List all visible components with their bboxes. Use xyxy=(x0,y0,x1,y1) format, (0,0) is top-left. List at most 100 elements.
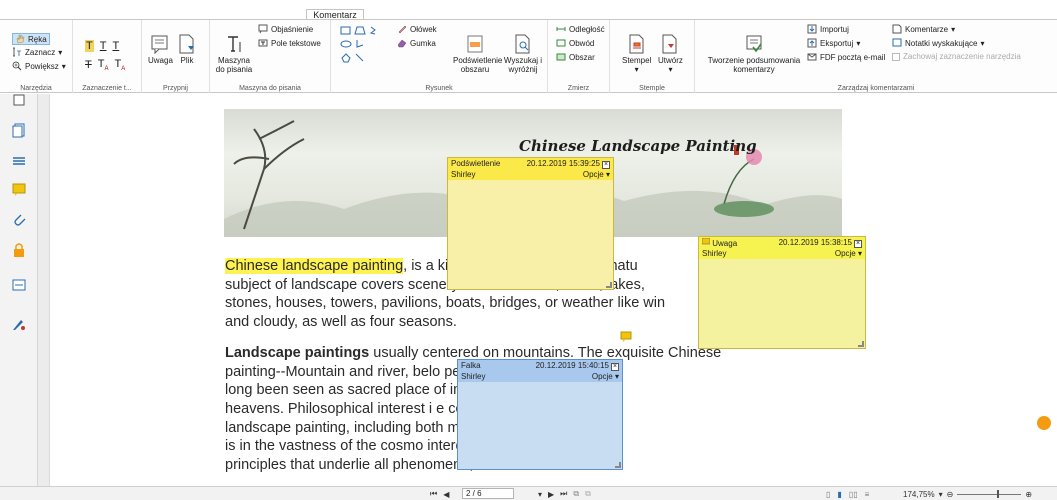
view-mode-icon[interactable]: ⧉ xyxy=(573,489,579,499)
zoom-tool-label: Powiększ xyxy=(25,61,59,71)
popup-note-uwaga[interactable]: Uwaga 20.12.2019 15:38:15 × Shirley Opcje… xyxy=(698,236,866,349)
comments-menu-label: Komentarze xyxy=(905,24,949,34)
comments-panel-icon[interactable] xyxy=(11,182,27,198)
page-thumbnail-icon[interactable] xyxy=(11,94,27,110)
area-button[interactable]: Obszar xyxy=(556,52,595,62)
perimeter-icon xyxy=(556,39,566,47)
create-stamp-button[interactable]: Utwórz ▾ xyxy=(658,34,683,74)
ribbon: Ręka Zaznacz ▾ Powiększ ▾ Narzędzia T T T … xyxy=(0,19,1057,93)
strikeout-text-icon[interactable]: T xyxy=(85,59,92,71)
zoom-level[interactable]: 174,75% xyxy=(903,490,935,499)
comments-icon xyxy=(892,24,902,34)
create-stamp-icon xyxy=(662,34,677,54)
popup-note-falka[interactable]: Falka 20.12.2019 15:40:15 × Shirley Opcje… xyxy=(457,359,623,470)
note-options-button[interactable]: Opcje ▾ xyxy=(835,249,862,258)
group-stemple: Stempel ▾ Utwórz ▾ Stemple xyxy=(610,20,695,93)
highlighted-text[interactable]: Chinese landscape painting xyxy=(225,258,404,274)
group-rysunek: Ołówek Gumka Podświetlenie obszaru Wyszu… xyxy=(331,20,548,93)
group-narzedzia: Ręka Zaznacz ▾ Powiększ ▾ Narzędzia xyxy=(0,20,73,93)
reflow-icon[interactable]: ≡ xyxy=(865,490,870,499)
comments-menu-button[interactable]: Komentarze ▾ xyxy=(892,24,955,34)
page-dropdown-icon[interactable]: ▾ xyxy=(538,490,542,499)
pages-icon[interactable] xyxy=(11,122,27,138)
distance-label: Odległość xyxy=(569,24,605,34)
next-page-button[interactable]: ▶ xyxy=(548,490,554,499)
page-number-input[interactable]: 2 / 6 xyxy=(462,488,514,499)
popup-notes-button[interactable]: Notatki wyskakujące ▾ xyxy=(892,38,985,48)
callout-button[interactable]: Objaśnienie xyxy=(258,24,313,34)
perimeter-button[interactable]: Obwód xyxy=(556,38,594,48)
zoom-icon xyxy=(12,61,22,71)
pencil-icon xyxy=(398,25,407,34)
popup-notes-label: Notatki wyskakujące xyxy=(905,38,978,48)
hand-tool-button[interactable]: Ręka xyxy=(12,33,50,45)
zoom-out-icon[interactable]: ⊖ xyxy=(947,490,954,499)
underline-text-icon[interactable]: T xyxy=(100,40,107,52)
email-icon xyxy=(807,53,817,61)
select-tool-button[interactable]: Zaznacz ▾ xyxy=(12,47,62,57)
replace-text-icon[interactable]: TA xyxy=(98,58,109,72)
summarize-comments-button[interactable]: Tworzenie podsumowania komentarzy xyxy=(703,34,805,74)
single-page-icon[interactable]: ▯ xyxy=(826,490,830,499)
textbox-icon xyxy=(258,39,268,47)
stamp-button[interactable]: Stempel ▾ xyxy=(622,34,651,74)
note-options-button[interactable]: Opcje ▾ xyxy=(592,372,619,381)
first-page-button[interactable]: ⏮ xyxy=(430,489,437,499)
search-highlight-button[interactable]: Wyszukaj i wyróżnij xyxy=(503,34,543,74)
banner-title: Chinese Landscape Painting xyxy=(519,137,757,155)
distance-button[interactable]: Odległość xyxy=(556,24,605,34)
prev-page-button[interactable]: ◀ xyxy=(443,490,449,499)
ribbon-tabbar: Komentarz xyxy=(0,0,1057,20)
group-label-zarzadzaj: Zarządzaj komentarzami xyxy=(837,85,915,92)
resize-handle[interactable] xyxy=(615,462,621,468)
note-title: Podświetlenie xyxy=(451,159,501,168)
zoom-tool-button[interactable]: Powiększ ▾ xyxy=(12,61,66,71)
lock-icon[interactable] xyxy=(11,242,27,258)
shape-tools-icon[interactable] xyxy=(339,25,393,65)
resize-handle[interactable] xyxy=(858,341,864,347)
two-page-icon[interactable]: ▯▯ xyxy=(849,490,858,499)
view-mode-alt-icon[interactable]: ⧉ xyxy=(585,489,591,499)
popup-note-highlight[interactable]: Podświetlenie 20.12.2019 15:39:25 × Shirl… xyxy=(447,157,614,290)
eraser-button[interactable]: Gumka xyxy=(397,38,436,48)
continuous-icon[interactable]: ▮ xyxy=(837,490,841,499)
textbox-button[interactable]: Pole tekstowe xyxy=(258,38,321,48)
close-icon[interactable]: × xyxy=(611,362,619,371)
typewriter-button[interactable]: Maszyna do pisania xyxy=(214,34,254,74)
text-select-icon xyxy=(13,47,21,57)
highlight-text-icon[interactable]: T xyxy=(85,40,94,52)
fdf-email-button[interactable]: FDF pocztą e-mail xyxy=(807,52,885,62)
close-icon[interactable]: × xyxy=(854,239,862,248)
zoom-in-icon[interactable]: ⊕ xyxy=(1025,490,1032,499)
squiggly-text-icon[interactable]: T xyxy=(112,40,119,52)
note-options-button[interactable]: Opcje ▾ xyxy=(583,170,610,179)
sidebar-splitter[interactable] xyxy=(38,94,50,486)
note-button[interactable]: Uwaga xyxy=(148,34,173,65)
distance-icon xyxy=(556,27,566,31)
perimeter-label: Obwód xyxy=(569,38,595,48)
assistant-float-button[interactable] xyxy=(1035,414,1053,432)
area-highlight-button[interactable]: Podświetlenie obszaru xyxy=(453,34,502,74)
signature-icon[interactable] xyxy=(11,316,27,332)
comment-pin-icon[interactable] xyxy=(620,331,632,343)
resize-handle[interactable] xyxy=(606,282,612,288)
layers-icon[interactable] xyxy=(11,152,27,168)
import-label: Importuj xyxy=(820,24,849,34)
keep-tool-selected-checkbox[interactable]: Zachowaj zaznaczenie narzędzia xyxy=(892,52,1021,61)
export-button[interactable]: Eksportuj ▾ xyxy=(807,38,860,48)
para2-bold: Landscape paintings xyxy=(225,345,370,361)
file-attach-button[interactable]: Plik xyxy=(178,34,196,65)
attachment-icon[interactable] xyxy=(11,211,27,227)
zoom-dropdown-icon[interactable]: ▾ xyxy=(939,490,943,499)
pencil-button[interactable]: Ołówek xyxy=(397,24,437,34)
page-nav-prev: ⏮ ◀ xyxy=(430,488,449,500)
insert-text-icon[interactable]: TA xyxy=(114,58,125,72)
group-label-przypnij: Przypnij xyxy=(163,85,188,92)
close-icon[interactable]: × xyxy=(602,160,610,169)
last-page-button[interactable]: ⏭ xyxy=(560,489,567,499)
import-button[interactable]: Importuj xyxy=(807,24,849,34)
form-fields-icon[interactable] xyxy=(11,277,27,293)
search-highlight-icon xyxy=(515,34,530,54)
note-author: Shirley xyxy=(461,372,486,381)
zoom-slider[interactable] xyxy=(957,489,1022,498)
